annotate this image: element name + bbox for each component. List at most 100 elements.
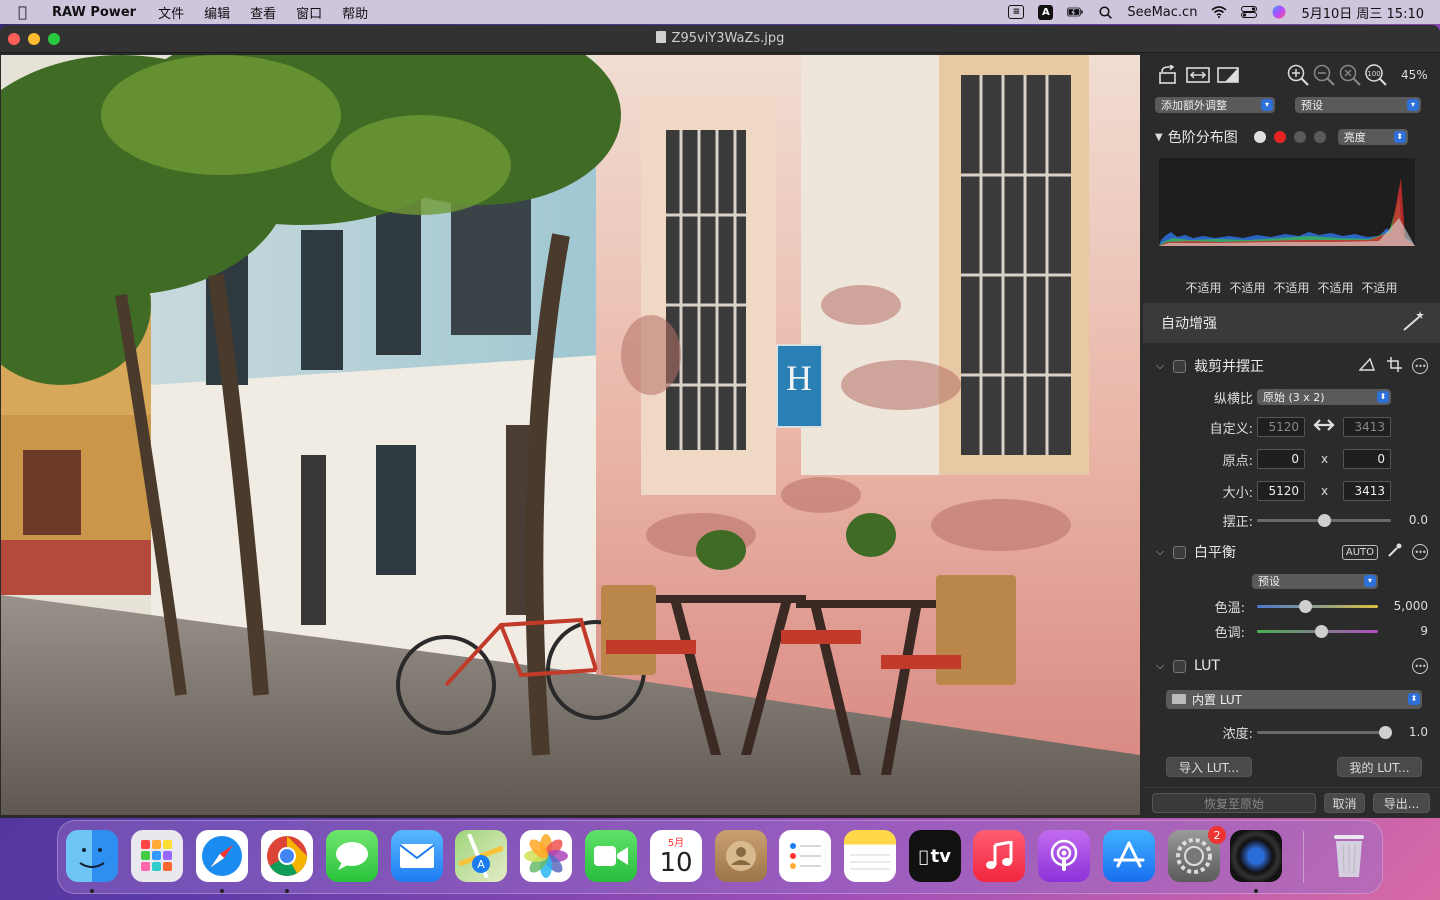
- running-indicator: [90, 889, 94, 893]
- more-options-icon[interactable]: •••: [1412, 358, 1428, 374]
- menu-view[interactable]: 查看: [250, 3, 276, 22]
- contacts-icon[interactable]: [715, 830, 767, 882]
- lut-intensity-slider[interactable]: [1257, 726, 1392, 739]
- channel-red-dot[interactable]: [1273, 131, 1286, 143]
- lut-intensity-slider-knob[interactable]: [1379, 726, 1392, 739]
- origin-y-field[interactable]: 0: [1343, 449, 1391, 469]
- histogram-mode-select[interactable]: 亮度 ⬍: [1337, 129, 1408, 145]
- tint-slider-knob[interactable]: [1315, 625, 1328, 638]
- zoom-100-icon[interactable]: 100: [1363, 64, 1389, 86]
- export-button[interactable]: 导出...: [1373, 793, 1430, 813]
- photo-canvas[interactable]: H: [1, 55, 1140, 815]
- straighten-slider-knob[interactable]: [1318, 514, 1331, 527]
- adjustments-panel: 100 45% 添加额外调整 ▾ 预设 ▾ ▼ 色阶分布图 亮度 ⬍ 不适用 不…: [1143, 54, 1440, 818]
- tint-slider[interactable]: [1257, 625, 1378, 638]
- menu-window[interactable]: 窗口: [296, 3, 322, 22]
- more-options-icon[interactable]: •••: [1412, 544, 1428, 560]
- wifi-icon[interactable]: [1211, 5, 1227, 19]
- dock: A 5月 10 tv 2: [57, 820, 1383, 894]
- revert-to-original-button[interactable]: 恢复至原始: [1152, 793, 1316, 813]
- channel-blue-dot[interactable]: [1313, 131, 1326, 143]
- straighten-icon[interactable]: [1358, 357, 1375, 375]
- aspect-ratio-select[interactable]: 原始 (3 x 2) ⬍: [1257, 389, 1391, 405]
- system-settings-icon[interactable]: 2: [1168, 826, 1226, 882]
- auto-enhance-bar[interactable]: 自动增强: [1143, 303, 1440, 343]
- collapse-chevron-icon[interactable]: ⌵: [1153, 659, 1167, 673]
- size-width-field[interactable]: 5120: [1257, 481, 1305, 501]
- menubar-site[interactable]: SeeMac.cn: [1127, 5, 1197, 20]
- menu-bar:  RAW Power 文件 编辑 查看 窗口 帮助 ≡ A SeeMac.cn…: [0, 0, 1440, 24]
- eyedropper-icon[interactable]: [1388, 543, 1402, 561]
- zoom-in-icon[interactable]: [1285, 64, 1311, 86]
- zoom-fit-icon[interactable]: [1337, 64, 1363, 86]
- menu-file[interactable]: 文件: [158, 3, 184, 22]
- lut-enable-checkbox[interactable]: [1173, 659, 1186, 673]
- raw-power-icon[interactable]: [1230, 830, 1282, 882]
- input-method-icon[interactable]: A: [1038, 4, 1054, 20]
- control-center-icon[interactable]: [1241, 5, 1258, 19]
- crop-icon[interactable]: [1387, 356, 1402, 376]
- my-lut-button[interactable]: 我的 LUT...: [1337, 757, 1422, 777]
- origin-x-field[interactable]: 0: [1257, 449, 1305, 469]
- collapse-chevron-icon[interactable]: ⌵: [1153, 545, 1167, 559]
- aspect-ratio-label: 纵横比: [1213, 391, 1253, 407]
- compare-icon[interactable]: [1215, 64, 1241, 86]
- menu-edit[interactable]: 编辑: [204, 3, 230, 22]
- temperature-slider[interactable]: [1257, 600, 1378, 613]
- screen-capture-icon[interactable]: ≡: [1008, 5, 1025, 19]
- maps-icon[interactable]: A: [455, 830, 507, 882]
- battery-icon[interactable]: [1067, 5, 1083, 19]
- straighten-slider[interactable]: [1257, 514, 1391, 527]
- lut-title: LUT: [1194, 658, 1220, 674]
- chrome-icon[interactable]: [261, 830, 313, 882]
- music-icon[interactable]: [973, 830, 1025, 882]
- search-icon[interactable]: [1097, 5, 1113, 19]
- flip-horizontal-icon[interactable]: [1185, 64, 1211, 86]
- photos-icon[interactable]: [520, 830, 572, 882]
- calendar-icon[interactable]: 5月 10: [650, 830, 702, 882]
- import-lut-button[interactable]: 导入 LUT...: [1166, 757, 1252, 777]
- temperature-slider-knob[interactable]: [1299, 600, 1312, 613]
- menubar-datetime[interactable]: 5月10日 周三 15:10: [1301, 3, 1424, 22]
- siri-icon[interactable]: [1271, 5, 1287, 19]
- finder-icon[interactable]: [66, 830, 118, 882]
- channel-green-dot[interactable]: [1293, 131, 1306, 143]
- magic-wand-icon[interactable]: [1402, 310, 1426, 336]
- app-store-icon[interactable]: [1103, 830, 1155, 882]
- messages-icon[interactable]: [326, 830, 378, 882]
- more-options-icon[interactable]: •••: [1412, 658, 1428, 674]
- rotate-icon[interactable]: [1155, 64, 1181, 86]
- menu-help[interactable]: 帮助: [342, 3, 368, 22]
- add-extra-adjustment-select[interactable]: 添加额外调整 ▾: [1155, 97, 1275, 113]
- notification-badge: 2: [1208, 826, 1226, 844]
- notes-icon[interactable]: [844, 830, 896, 882]
- white-balance-enable-checkbox[interactable]: [1173, 545, 1186, 559]
- collapse-chevron-icon[interactable]: ⌵: [1153, 359, 1167, 373]
- dock-separator: [1303, 831, 1304, 883]
- crop-enable-checkbox[interactable]: [1173, 359, 1186, 373]
- apple-tv-icon[interactable]: tv: [909, 830, 961, 882]
- disclosure-triangle-icon[interactable]: ▼: [1155, 132, 1163, 143]
- cancel-button[interactable]: 取消: [1324, 793, 1365, 813]
- menu-app-name[interactable]: RAW Power: [52, 5, 136, 20]
- facetime-icon[interactable]: [585, 830, 637, 882]
- zoom-out-icon[interactable]: [1311, 64, 1337, 86]
- white-balance-preset-select[interactable]: 预设 ▾: [1252, 573, 1378, 589]
- chevron-updown-icon: ⬍: [1377, 391, 1389, 403]
- podcasts-icon[interactable]: [1038, 830, 1090, 882]
- apple-icon[interactable]: : [18, 3, 36, 21]
- auto-white-balance-button[interactable]: AUTO: [1341, 544, 1378, 560]
- safari-icon[interactable]: [196, 830, 248, 882]
- trash-icon[interactable]: [1323, 830, 1375, 882]
- swap-arrows-icon[interactable]: [1313, 418, 1335, 436]
- size-height-field[interactable]: 3413: [1343, 481, 1391, 501]
- mail-icon[interactable]: [391, 830, 443, 882]
- custom-height-field[interactable]: 3413: [1343, 417, 1391, 437]
- custom-width-field[interactable]: 5120: [1257, 417, 1305, 437]
- launchpad-icon[interactable]: [131, 830, 183, 882]
- reminders-icon[interactable]: [779, 830, 831, 882]
- lut-source-select[interactable]: 内置 LUT ⬍: [1166, 689, 1422, 709]
- apple-logo-icon: : [919, 847, 929, 866]
- channel-all-dot[interactable]: [1253, 131, 1266, 143]
- preset-select[interactable]: 预设 ▾: [1295, 97, 1421, 113]
